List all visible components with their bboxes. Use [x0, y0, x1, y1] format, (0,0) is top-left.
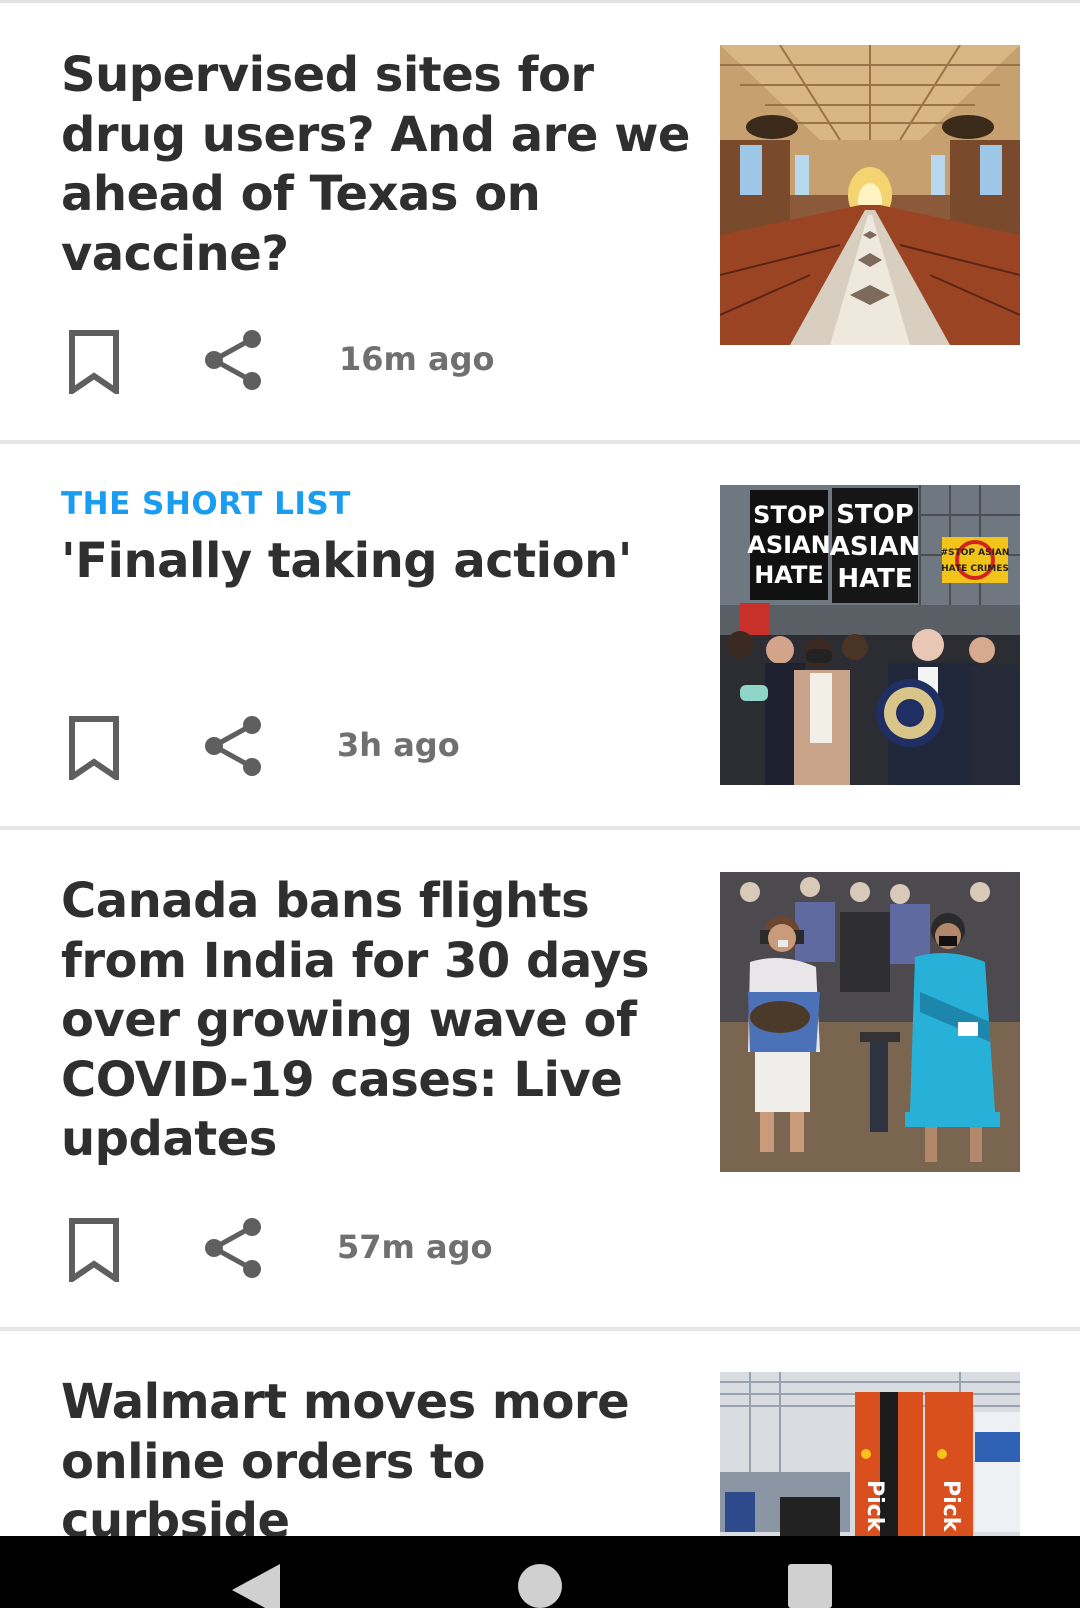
article-thumbnail-walmart[interactable]: Pick Pick: [720, 1372, 1020, 1536]
timestamp: 57m ago: [337, 1228, 493, 1266]
bookmark-outline-icon[interactable]: [66, 330, 122, 394]
svg-text:HATE: HATE: [837, 564, 912, 594]
train-station-image: [720, 45, 1020, 345]
svg-text:STOP: STOP: [753, 501, 825, 529]
bookmark-outline-icon[interactable]: [66, 716, 122, 780]
article-actions: 16m ago: [0, 326, 700, 396]
vaccination-image: [720, 872, 1020, 1172]
article-thumbnail-vaccination[interactable]: [720, 872, 1020, 1172]
article-card-3[interactable]: Canada bans flights from India for 30 da…: [0, 830, 1080, 1327]
svg-text:HATE: HATE: [754, 561, 824, 589]
share-icon[interactable]: [202, 714, 264, 778]
article-thumbnail-train-station[interactable]: [720, 45, 1020, 345]
back-triangle-icon[interactable]: [228, 1560, 288, 1608]
section-kicker[interactable]: THE SHORT LIST: [61, 486, 351, 522]
article-headline[interactable]: Supervised sites for drug users? And are…: [61, 46, 691, 284]
article-card-1[interactable]: Supervised sites for drug users? And are…: [0, 0, 1080, 440]
walmart-store-image: Pick Pick: [720, 1372, 1020, 1536]
rally-image: STOP ASIAN HATE STOP ASIAN HATE #STOP AS…: [720, 485, 1020, 785]
article-card-4[interactable]: Walmart moves more online orders to curb…: [0, 1331, 1080, 1536]
pickup-tower-label-right: Pick: [938, 1480, 963, 1533]
svg-text:ASIAN: ASIAN: [747, 531, 830, 559]
system-navigation-bar: [0, 1536, 1080, 1608]
timestamp: 3h ago: [337, 726, 460, 764]
article-thumbnail-rally[interactable]: STOP ASIAN HATE STOP ASIAN HATE #STOP AS…: [720, 485, 1020, 785]
article-card-2[interactable]: THE SHORT LIST 'Finally taking action' S…: [0, 444, 1080, 826]
news-feed[interactable]: Supervised sites for drug users? And are…: [0, 0, 1080, 1536]
pickup-tower-label-left: Pick: [862, 1480, 887, 1533]
svg-text:STOP: STOP: [836, 500, 914, 530]
share-icon[interactable]: [202, 328, 264, 392]
bookmark-outline-icon[interactable]: [66, 1218, 122, 1282]
svg-text:ASIAN: ASIAN: [830, 532, 920, 562]
article-headline[interactable]: Canada bans flights from India for 30 da…: [61, 872, 691, 1170]
recents-square-icon[interactable]: [786, 1562, 834, 1608]
home-circle-icon[interactable]: [516, 1560, 564, 1608]
article-headline[interactable]: Walmart moves more online orders to curb…: [61, 1373, 691, 1536]
article-headline[interactable]: 'Finally taking action': [61, 532, 691, 592]
article-actions: 57m ago: [0, 1214, 700, 1284]
share-icon[interactable]: [202, 1216, 264, 1280]
svg-text:HATE CRIMES: HATE CRIMES: [941, 564, 1009, 574]
timestamp: 16m ago: [339, 340, 495, 378]
svg-text:#STOP ASIAN: #STOP ASIAN: [941, 548, 1010, 558]
article-actions: 3h ago: [0, 712, 700, 782]
